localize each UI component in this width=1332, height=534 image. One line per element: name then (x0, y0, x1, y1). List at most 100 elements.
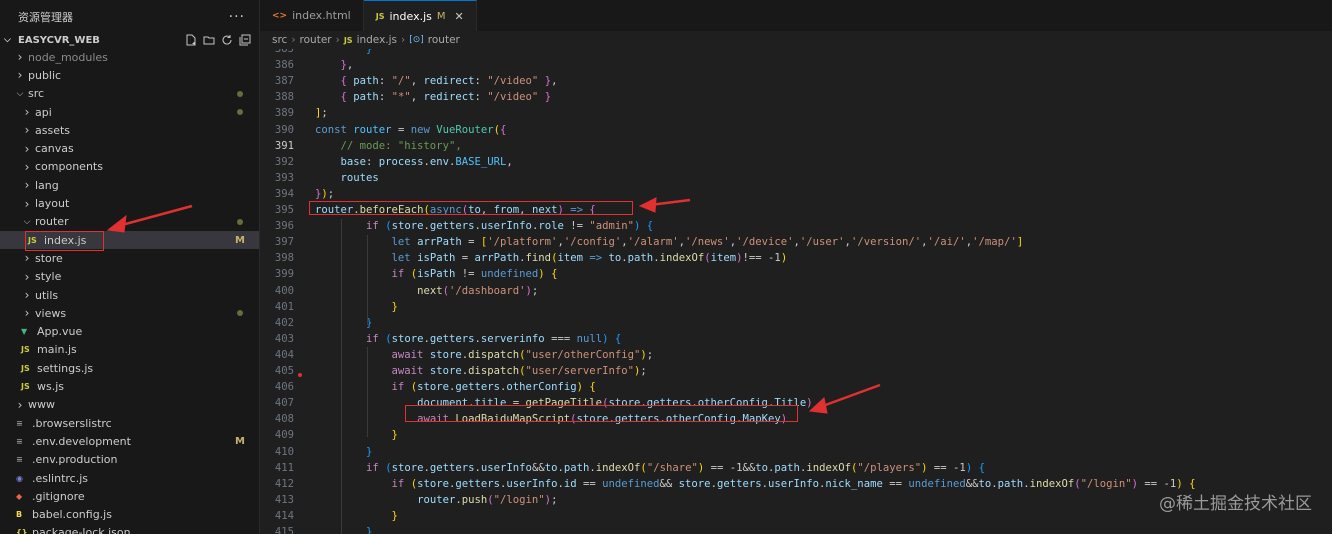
tree-item-label: .env.development (32, 434, 131, 448)
code-line[interactable]: if (store.getters.userInfo.id == undefin… (315, 478, 1196, 490)
code-line[interactable]: }, (315, 59, 354, 71)
tree-item[interactable]: ⌵ router (0, 213, 259, 231)
new-folder-icon[interactable] (203, 34, 215, 46)
tree-item-label: src (28, 87, 45, 101)
tree-item[interactable]: ≡ .browserslistrc (0, 414, 259, 432)
refresh-icon[interactable] (221, 34, 233, 46)
tree-item[interactable]: › utils (0, 286, 259, 304)
line-number: 411 (274, 461, 294, 474)
code-line[interactable]: routes (315, 172, 379, 184)
code-editor[interactable]: 385 386 387 388 389 390 391 392 393 394 395 396 397 3… (260, 49, 1332, 534)
tree-item-label: assets (35, 123, 71, 137)
tree-item[interactable]: ▼ App.vue (0, 323, 259, 341)
line-number: 412 (274, 477, 294, 490)
tree-item[interactable]: Bbabel.config.js (0, 506, 259, 524)
code-line[interactable]: ]; (315, 107, 328, 119)
indent-guide (341, 219, 342, 534)
code-line[interactable]: let arrPath = ['/platform','/config','/a… (315, 236, 1024, 248)
js-file-icon: JS (21, 345, 30, 355)
tab-label: index.html (292, 9, 351, 22)
code-line[interactable]: if (isPath != undefined) { (315, 268, 558, 280)
tree-item-label: node_modules (28, 50, 108, 64)
tree-item[interactable]: › public (0, 66, 259, 84)
code-line[interactable]: } (315, 317, 372, 329)
eslint-file-icon: ◉ (16, 473, 23, 483)
tree-item[interactable]: {} package-lock.json (0, 524, 259, 534)
tree-item[interactable]: JS ws.js (0, 377, 259, 395)
more-actions-icon[interactable]: ··· (229, 9, 245, 25)
code-line[interactable]: } (315, 429, 398, 441)
tab-index-js[interactable]: JS index.js M ✕ (363, 0, 477, 31)
tree-item[interactable]: ≡ .env.development M (0, 432, 259, 450)
explorer-title: 资源管理器 (18, 11, 73, 24)
line-number: 385 (274, 49, 294, 55)
code-line[interactable]: } (315, 526, 372, 534)
code-line[interactable]: const router = new VueRouter({ (315, 124, 506, 136)
explorer-header: 资源管理器 ··· (0, 0, 259, 34)
tree-item[interactable]: › canvas (0, 140, 259, 158)
code-line[interactable]: } (315, 446, 372, 458)
code-line[interactable]: { path: "*", redirect: "/video" } (315, 91, 552, 103)
code-line[interactable]: } (315, 49, 372, 55)
line-number: 405 (274, 365, 294, 377)
tree-item-label: package-lock.json (32, 526, 131, 534)
code-line[interactable]: base: process.env.BASE_URL, (315, 156, 513, 168)
line-number: 404 (274, 348, 294, 361)
code-line[interactable]: { path: "/", redirect: "/video" }, (315, 75, 558, 87)
tree-item-label: lang (35, 178, 59, 192)
chevron-right-icon: › (17, 50, 23, 65)
code-line[interactable]: router.push("/login"); (315, 494, 557, 506)
line-number: 414 (274, 509, 294, 522)
code-line[interactable]: } (315, 301, 398, 313)
code-line[interactable]: // mode: "history", (315, 140, 462, 152)
collapse-all-icon[interactable] (239, 34, 251, 46)
code-line[interactable]: await store.dispatch("user/otherConfig")… (315, 349, 654, 361)
project-root[interactable]: ⌵ EASYCVR_WEB (0, 30, 259, 50)
close-icon[interactable]: ✕ (455, 10, 464, 23)
chevron-right-icon: › (24, 251, 30, 266)
git-file-icon: ◆ (16, 491, 23, 501)
tree-item[interactable]: › assets (0, 121, 259, 139)
code-line[interactable]: }); (315, 188, 334, 200)
code-line[interactable]: if (store.getters.userInfo.role != "admi… (315, 220, 653, 232)
breadcrumb-item[interactable]: router (428, 34, 460, 46)
tree-item-label: router (35, 215, 69, 229)
tree-item[interactable]: JS main.js (0, 341, 259, 359)
breadcrumb-item[interactable]: index.js (357, 34, 397, 46)
tab-index-html[interactable]: <> index.html (260, 0, 364, 31)
breadcrumb-item[interactable]: router (300, 34, 332, 46)
code-line[interactable]: if (store.getters.serverinfo === null) { (315, 333, 621, 345)
tree-item-label: layout (35, 197, 70, 211)
tree-item[interactable]: › www (0, 396, 259, 414)
config-file-icon: ≡ (16, 455, 23, 465)
code-line[interactable]: next('/dashboard'); (315, 285, 538, 297)
tree-item[interactable]: › store (0, 249, 259, 267)
tree-item[interactable]: › views (0, 304, 259, 322)
tree-item-label: components (35, 160, 103, 174)
tree-item[interactable]: › lang (0, 176, 259, 194)
tree-item[interactable]: › api (0, 103, 259, 121)
line-number: 389 (274, 107, 294, 120)
tree-item[interactable]: ⌵ src (0, 85, 259, 103)
tree-item[interactable]: › components (0, 158, 259, 176)
chevron-right-icon: › (17, 397, 23, 412)
code-line[interactable]: if (store.getters.otherConfig) { (315, 381, 596, 393)
tree-item[interactable]: JS settings.js (0, 359, 259, 377)
tree-item[interactable]: ≡ .env.production (0, 451, 259, 469)
tree-item[interactable]: ◉ .eslintrc.js (0, 469, 259, 487)
tree-item[interactable]: › style (0, 268, 259, 286)
code-line[interactable]: } (315, 510, 398, 522)
code-line[interactable]: await store.dispatch("user/serverInfo"); (315, 365, 647, 377)
config-file-icon: ≡ (16, 436, 23, 446)
chevron-right-icon: › (291, 34, 296, 46)
code-line[interactable]: let isPath = arrPath.find(item => to.pat… (315, 252, 788, 264)
tree-item[interactable]: › layout (0, 194, 259, 212)
indent-guide (367, 235, 368, 325)
breadcrumb-item[interactable]: src (272, 34, 287, 46)
tree-item[interactable]: ◆ .gitignore (0, 487, 259, 505)
new-file-icon[interactable] (185, 34, 197, 46)
modified-badge: M (436, 10, 446, 22)
tree-item[interactable]: › node_modules (0, 48, 259, 66)
code-line[interactable]: if (store.getters.userInfo&&to.path.inde… (315, 462, 985, 474)
chevron-right-icon: › (24, 269, 30, 284)
